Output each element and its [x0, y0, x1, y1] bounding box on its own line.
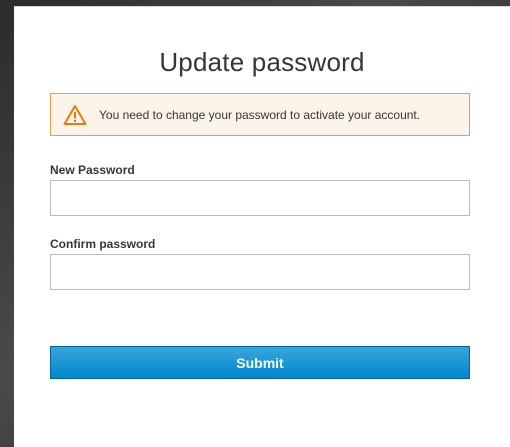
warning-alert: You need to change your password to acti…: [50, 93, 470, 136]
confirm-password-field[interactable]: [50, 254, 470, 290]
new-password-field[interactable]: [50, 180, 470, 216]
warning-icon: [62, 103, 88, 127]
confirm-password-label: Confirm password: [50, 237, 156, 251]
submit-button[interactable]: Submit: [50, 346, 470, 379]
page-title: Update password: [159, 47, 365, 77]
update-password-card: Update password You need to change your …: [14, 6, 510, 447]
alert-message: You need to change your password to acti…: [99, 107, 421, 122]
new-password-label: New Password: [50, 163, 135, 177]
